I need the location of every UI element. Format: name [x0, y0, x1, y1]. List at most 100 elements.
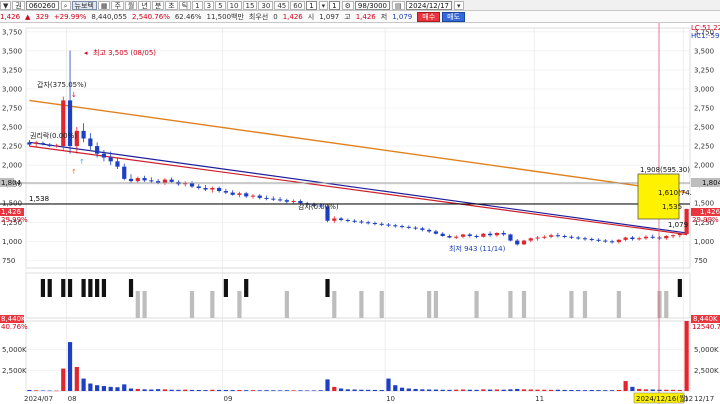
candle-body [454, 236, 459, 238]
indicator-gray-bar [474, 291, 479, 318]
sell-button[interactable]: 매도 [442, 11, 466, 22]
candle-body [501, 232, 506, 235]
volume-bar [372, 389, 378, 391]
current-date-text: 2024/12/16(월) [636, 394, 689, 403]
volume-bar [386, 378, 391, 391]
candle-body [508, 234, 513, 241]
volume-bar [650, 389, 655, 391]
indicator-black-bar [223, 279, 228, 297]
date-dropdown-icon[interactable]: ▾ [454, 0, 464, 10]
candle-body [488, 233, 493, 236]
candle-body [427, 229, 432, 232]
stock-chart[interactable]: 3,750 3,7503,500 3,5003,250 3,2503,000 3,000… [0, 23, 720, 404]
candle-body [217, 188, 222, 192]
volume-bar [562, 389, 567, 391]
interval-input[interactable]: 1 [306, 0, 317, 10]
settings-icon[interactable]: ⚙ [341, 0, 354, 10]
multiplier-input[interactable]: 1 [329, 0, 340, 10]
minute-45-button[interactable]: 45 [274, 0, 290, 10]
candle-body [257, 195, 262, 198]
price-tick-label-right: 2,750 [694, 105, 714, 113]
volume-bar [447, 389, 452, 391]
minute-1-button[interactable]: 1 [192, 0, 203, 10]
volume-bar [332, 386, 337, 391]
minute-3-button[interactable]: 3 [203, 0, 215, 10]
volume-bar [677, 389, 682, 391]
stock-code-input[interactable]: 060260 [25, 0, 59, 10]
volume-bar [162, 389, 167, 391]
indicator-gray-bar [657, 291, 662, 318]
volume-bar [67, 342, 73, 391]
all-time-low-label: 최저 943 (11/14) [449, 244, 506, 253]
candle-body [237, 193, 242, 195]
trade-volume: 8,440,055 [91, 12, 128, 21]
candle-body [196, 186, 201, 188]
price-tick-label-right: 3,250 [694, 66, 714, 74]
minute-30-button[interactable]: 30 [258, 0, 274, 10]
volume-bar [318, 390, 323, 391]
volume-bar [576, 390, 581, 391]
date-input[interactable]: 2024/12/17 [405, 0, 452, 10]
volume-bar [277, 390, 283, 391]
candle-body [27, 142, 32, 145]
turnover-rate: 62.46% [174, 12, 202, 21]
minute-5-button[interactable]: 5 [215, 0, 226, 10]
candle-body [332, 218, 337, 221]
period-day-button[interactable]: ▦ [97, 0, 111, 10]
stock-name-field[interactable]: 뉴보텍 [71, 0, 97, 10]
indicator-black-bar [677, 279, 682, 297]
candle-body [386, 224, 391, 226]
legend-lc: LC:51.22 [691, 24, 720, 32]
candle-body [142, 178, 147, 181]
volume-bar [549, 389, 554, 391]
candle-body [291, 200, 296, 202]
indicator-gray-bar [616, 291, 621, 318]
volume-bar [460, 389, 466, 391]
volume-bar [27, 390, 32, 391]
rights-button[interactable]: 권 [12, 0, 25, 10]
volume-bar [298, 390, 303, 391]
volume-bar [345, 389, 350, 391]
high-label: 고 [344, 12, 351, 21]
indicator-gray-bar [284, 291, 289, 318]
period-minute-button[interactable]: 분 [151, 0, 165, 10]
minute-15-button[interactable]: 15 [242, 0, 258, 10]
calendar-icon[interactable]: ▤ [392, 0, 405, 10]
candle-body [223, 191, 228, 193]
horizontal-line-label: 1,538 [29, 195, 49, 203]
period-year-button[interactable]: 년 [138, 0, 151, 10]
candle-body [230, 192, 235, 195]
volume-bar [433, 389, 439, 391]
period-month-button[interactable]: 월 [124, 0, 138, 10]
moving-averages [29, 99, 687, 236]
menu-dropdown-button[interactable]: ▼ [0, 0, 12, 10]
indicator-gray-bar [135, 291, 140, 318]
period-week-button[interactable]: 주 [111, 0, 124, 10]
volume-bar [467, 389, 472, 391]
buy-button[interactable]: 매수 [417, 11, 441, 22]
candle-body [250, 195, 256, 197]
volume-tick-label: 2,500K [2, 367, 27, 375]
indicator-black-bar [101, 279, 107, 297]
interval-dropdown-icon[interactable]: ▾ [318, 0, 329, 10]
right-price-badge-text: 1,426 [700, 208, 720, 216]
chart-grid: 3,750 3,7503,500 3,5003,250 3,2503,000 3,000… [2, 27, 719, 403]
volume-bar [488, 389, 493, 391]
range-count-field[interactable]: 98/3000 [354, 0, 391, 10]
search-icon[interactable]: ⌕ [60, 0, 71, 10]
candle-body [494, 232, 499, 236]
minute-10-button[interactable]: 10 [226, 0, 242, 10]
volume-ratio: 2,540.76% [132, 12, 170, 21]
price-tick-label: 3,250 [2, 66, 22, 74]
price-change-pct: +29.99% [53, 12, 87, 21]
period-second-button[interactable]: 초 [165, 0, 178, 10]
price-tick-label-right: 2,250 [694, 143, 714, 151]
left-volume-badge-text: 8,440K [1, 315, 26, 323]
candle-body [128, 178, 134, 182]
indicator-gray-bar [521, 291, 527, 318]
period-tick-button[interactable]: 틱 [178, 0, 192, 10]
candle-body [399, 226, 405, 228]
volume-bar [366, 389, 371, 391]
price-tick-label: 750 [2, 257, 15, 265]
minute-60-button[interactable]: 60 [290, 0, 306, 10]
